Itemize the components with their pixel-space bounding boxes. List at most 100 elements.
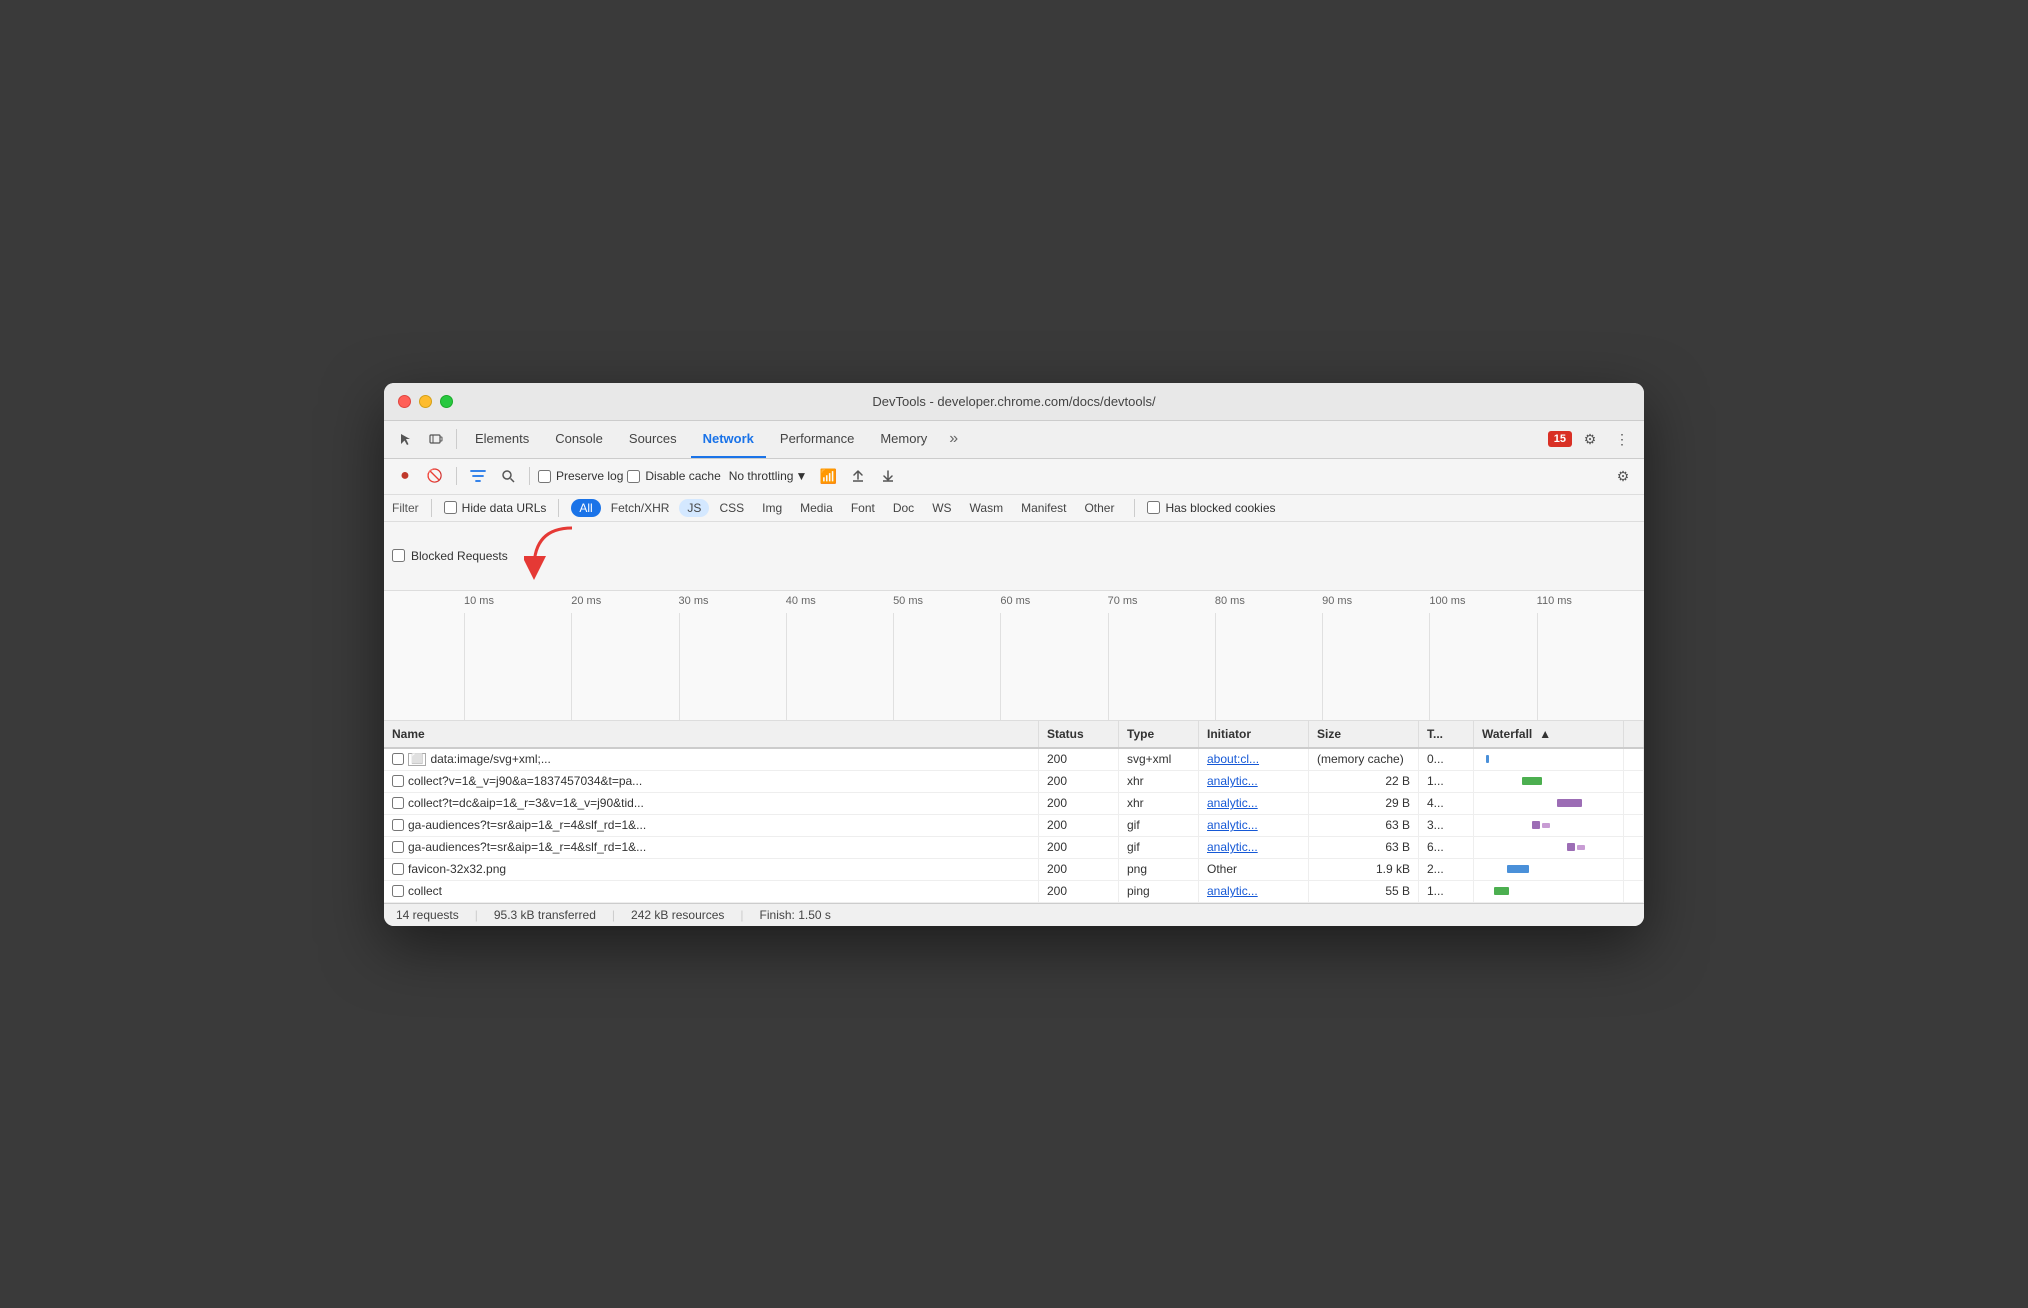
settings-network-icon[interactable]: ⚙ bbox=[1610, 463, 1636, 489]
clear-btn[interactable]: 🚫 bbox=[422, 463, 448, 489]
filter-all[interactable]: All bbox=[571, 499, 600, 517]
header-name[interactable]: Name bbox=[384, 721, 1039, 747]
timeline-gridlines bbox=[464, 613, 1644, 720]
window-title: DevTools - developer.chrome.com/docs/dev… bbox=[872, 394, 1155, 409]
download-icon[interactable] bbox=[875, 463, 901, 489]
search-icon[interactable] bbox=[495, 463, 521, 489]
table-row[interactable]: collect 200 ping analytic... 55 B 1... bbox=[384, 881, 1644, 903]
table-row[interactable]: collect?v=1&_v=j90&a=1837457034&t=pa... … bbox=[384, 771, 1644, 793]
tab-console[interactable]: Console bbox=[543, 420, 615, 458]
preserve-log-checkbox[interactable] bbox=[538, 470, 551, 483]
header-extra bbox=[1624, 721, 1644, 747]
filter-manifest[interactable]: Manifest bbox=[1013, 499, 1074, 517]
row-4-extra bbox=[1624, 837, 1644, 858]
table-header: Name Status Type Initiator Size T... Wat… bbox=[384, 721, 1644, 749]
filter-input-wrap: Filter bbox=[392, 501, 419, 515]
timeline-label-90ms: 90 ms bbox=[1322, 595, 1429, 607]
more-options-icon[interactable]: ⋮ bbox=[1608, 425, 1636, 453]
filter-media[interactable]: Media bbox=[792, 499, 841, 517]
row-4-waterfall bbox=[1474, 837, 1624, 858]
filter-css[interactable]: CSS bbox=[711, 499, 752, 517]
blocked-cookies-label[interactable]: Has blocked cookies bbox=[1147, 501, 1275, 515]
close-button[interactable] bbox=[398, 395, 411, 408]
row-4-name: ga-audiences?t=sr&aip=1&_r=4&slf_rd=1&..… bbox=[384, 837, 1039, 858]
row-6-type: ping bbox=[1119, 881, 1199, 902]
throttle-dropdown[interactable]: No throttling ▼ bbox=[725, 467, 812, 485]
row-5-checkbox[interactable] bbox=[392, 863, 404, 875]
filter-fetch-xhr[interactable]: Fetch/XHR bbox=[603, 499, 678, 517]
blocked-cookies-checkbox[interactable] bbox=[1147, 501, 1160, 514]
row-1-checkbox[interactable] bbox=[392, 775, 404, 787]
minimize-button[interactable] bbox=[419, 395, 432, 408]
hide-data-urls-label[interactable]: Hide data URLs bbox=[444, 501, 547, 515]
timeline-labels: 10 ms 20 ms 30 ms 40 ms 50 ms 60 ms 70 m… bbox=[464, 595, 1644, 607]
request-count: 14 requests bbox=[396, 908, 459, 922]
timeline-area: 10 ms 20 ms 30 ms 40 ms 50 ms 60 ms 70 m… bbox=[384, 591, 1644, 721]
row-0-checkbox[interactable] bbox=[392, 753, 404, 765]
row-2-waterfall bbox=[1474, 793, 1624, 814]
filter-wasm[interactable]: Wasm bbox=[962, 499, 1012, 517]
preserve-log-label[interactable]: Preserve log bbox=[538, 469, 623, 483]
hide-data-urls-checkbox[interactable] bbox=[444, 501, 457, 514]
row-5-extra bbox=[1624, 859, 1644, 880]
header-waterfall[interactable]: Waterfall ▲ bbox=[1474, 721, 1624, 747]
row-4-size: 63 B bbox=[1309, 837, 1419, 858]
row-6-checkbox[interactable] bbox=[392, 885, 404, 897]
timeline-label-70ms: 70 ms bbox=[1108, 595, 1215, 607]
table-row[interactable]: collect?t=dc&aip=1&_r=3&v=1&_v=j90&tid..… bbox=[384, 793, 1644, 815]
row-3-size: 63 B bbox=[1309, 815, 1419, 836]
filter-icon[interactable] bbox=[465, 463, 491, 489]
tab-elements[interactable]: Elements bbox=[463, 420, 541, 458]
traffic-lights bbox=[398, 395, 453, 408]
row-1-extra bbox=[1624, 771, 1644, 792]
disable-cache-checkbox[interactable] bbox=[627, 470, 640, 483]
row-6-status: 200 bbox=[1039, 881, 1119, 902]
row-3-checkbox[interactable] bbox=[392, 819, 404, 831]
settings-icon[interactable]: ⚙ bbox=[1576, 425, 1604, 453]
blocked-requests-checkbox[interactable] bbox=[392, 549, 405, 562]
header-initiator[interactable]: Initiator bbox=[1199, 721, 1309, 747]
maximize-button[interactable] bbox=[440, 395, 453, 408]
tab-memory[interactable]: Memory bbox=[868, 420, 939, 458]
wifi-icon[interactable]: 📶 bbox=[815, 463, 841, 489]
filter-img[interactable]: Img bbox=[754, 499, 790, 517]
upload-icon[interactable] bbox=[845, 463, 871, 489]
timeline-label-40ms: 40 ms bbox=[786, 595, 893, 607]
row-5-size: 1.9 kB bbox=[1309, 859, 1419, 880]
filter-js[interactable]: JS bbox=[679, 499, 709, 517]
table-row[interactable]: ga-audiences?t=sr&aip=1&_r=4&slf_rd=1&..… bbox=[384, 815, 1644, 837]
header-size[interactable]: Size bbox=[1309, 721, 1419, 747]
timeline-label-10ms: 10 ms bbox=[464, 595, 571, 607]
header-status[interactable]: Status bbox=[1039, 721, 1119, 747]
transferred: 95.3 kB transferred bbox=[494, 908, 596, 922]
header-time[interactable]: T... bbox=[1419, 721, 1474, 747]
timeline-label-30ms: 30 ms bbox=[679, 595, 786, 607]
tab-network[interactable]: Network bbox=[691, 420, 766, 458]
resources: 242 kB resources bbox=[631, 908, 724, 922]
record-stop-btn[interactable]: ● bbox=[392, 463, 418, 489]
table-row[interactable]: favicon-32x32.png 200 png Other 1.9 kB 2… bbox=[384, 859, 1644, 881]
filter-ws[interactable]: WS bbox=[924, 499, 959, 517]
table-row[interactable]: ga-audiences?t=sr&aip=1&_r=4&slf_rd=1&..… bbox=[384, 837, 1644, 859]
filter-other[interactable]: Other bbox=[1076, 499, 1122, 517]
cursor-icon[interactable] bbox=[392, 425, 420, 453]
more-tabs[interactable]: » bbox=[941, 430, 966, 448]
filter-font[interactable]: Font bbox=[843, 499, 883, 517]
header-type[interactable]: Type bbox=[1119, 721, 1199, 747]
row-4-checkbox[interactable] bbox=[392, 841, 404, 853]
row-2-checkbox[interactable] bbox=[392, 797, 404, 809]
row-3-name: ga-audiences?t=sr&aip=1&_r=4&slf_rd=1&..… bbox=[384, 815, 1039, 836]
timeline-label-110ms: 110 ms bbox=[1537, 595, 1644, 607]
disable-cache-label[interactable]: Disable cache bbox=[627, 469, 720, 483]
filter-doc[interactable]: Doc bbox=[885, 499, 922, 517]
tab-performance[interactable]: Performance bbox=[768, 420, 866, 458]
device-toggle-icon[interactable] bbox=[422, 425, 450, 453]
error-badge: 15 bbox=[1548, 431, 1572, 447]
table-row[interactable]: ⬜ data:image/svg+xml;... 200 svg+xml abo… bbox=[384, 749, 1644, 771]
row-4-type: gif bbox=[1119, 837, 1199, 858]
toolbar-sep-2 bbox=[529, 467, 530, 485]
filter-bar: Filter Hide data URLs All Fetch/XHR JS C… bbox=[384, 495, 1644, 522]
filter-sep-2 bbox=[558, 499, 559, 517]
tab-sources[interactable]: Sources bbox=[617, 420, 689, 458]
row-1-time: 1... bbox=[1419, 771, 1474, 792]
